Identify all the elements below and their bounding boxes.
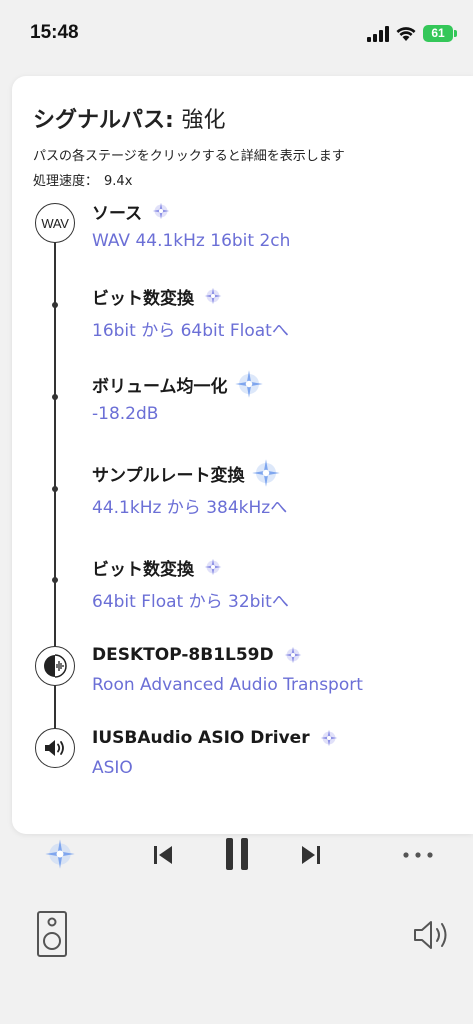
- stage-title-text: ソース: [92, 203, 143, 224]
- sparkle-icon: [204, 558, 222, 576]
- battery-indicator: 61: [423, 25, 453, 42]
- stage-detail: WAV 44.1kHz 16bit 2ch: [92, 231, 291, 251]
- skip-previous-icon[interactable]: [150, 842, 176, 868]
- path-dot: [52, 394, 58, 400]
- stage-volume-leveling[interactable]: ボリューム均一化 -18.2dB: [92, 370, 462, 424]
- stage-roon-endpoint[interactable]: DESKTOP-8B1L59D Roon Advanced Audio Tran…: [92, 643, 462, 695]
- stage-title-text: IUSBAudio ASIO Driver: [92, 728, 310, 748]
- status-icons: 61: [367, 24, 459, 44]
- status-time: 15:48: [30, 22, 79, 43]
- stage-title: ビット数変換: [92, 555, 462, 580]
- processing-speed-value: 9.4x: [104, 174, 133, 189]
- stage-title: DESKTOP-8B1L59D: [92, 643, 462, 667]
- panel-subtitle: パスの各ステージをクリックすると詳細を表示します: [33, 149, 345, 164]
- panel-title-label: シグナルパス:: [33, 108, 174, 133]
- stage-detail: Roon Advanced Audio Transport: [92, 675, 363, 695]
- sparkle-icon: [152, 202, 170, 220]
- wav-file-icon: WAV: [35, 203, 75, 243]
- wifi-icon: [396, 27, 416, 41]
- volume-icon[interactable]: [412, 918, 454, 952]
- stage-title-text: DESKTOP-8B1L59D: [92, 645, 274, 665]
- skip-next-icon[interactable]: [298, 842, 324, 868]
- stage-bit-depth-conversion-2[interactable]: ビット数変換 64bit Float から 32bitへ: [92, 555, 462, 612]
- status-bar: 15:48 61: [0, 0, 473, 70]
- stage-title: サンプルレート変換: [92, 459, 462, 487]
- roon-device-icon: [35, 646, 75, 686]
- speaker-icon[interactable]: [36, 910, 68, 958]
- stage-output-driver[interactable]: IUSBAudio ASIO Driver ASIO: [92, 726, 462, 778]
- sparkle-icon: [204, 287, 222, 305]
- stage-title-text: サンプルレート変換: [92, 465, 245, 486]
- path-dot: [52, 302, 58, 308]
- stage-title: ビット数変換: [92, 284, 462, 309]
- battery-tip: [454, 30, 457, 37]
- sparkle-icon: [284, 646, 301, 664]
- stage-title: IUSBAudio ASIO Driver: [92, 726, 462, 750]
- output-speaker-icon: [35, 728, 75, 768]
- stage-title-text: ビット数変換: [92, 559, 194, 580]
- processing-speed: 処理速度： 9.4x: [33, 170, 132, 189]
- sparkle-icon: [251, 459, 280, 487]
- pause-icon[interactable]: [222, 836, 252, 872]
- stage-source[interactable]: ソース WAV 44.1kHz 16bit 2ch: [92, 199, 462, 251]
- signal-path-sparkle-button[interactable]: [44, 838, 76, 870]
- panel-title: シグナルパス: 強化: [33, 102, 226, 134]
- sparkle-icon: [234, 370, 263, 398]
- cellular-signal-icon: [367, 26, 389, 42]
- stage-title-text: ビット数変換: [92, 288, 194, 309]
- stage-detail: 16bit から 64bit Floatへ: [92, 321, 289, 341]
- stage-title: ソース: [92, 199, 462, 224]
- wav-icon-label: WAV: [41, 215, 69, 231]
- signal-path-panel: シグナルパス: 強化 パスの各ステージをクリックすると詳細を表示します 処理速度…: [12, 76, 473, 834]
- stage-detail: -18.2dB: [92, 404, 159, 424]
- path-dot: [52, 577, 58, 583]
- stage-title: ボリューム均一化: [92, 370, 462, 398]
- speaker-volume-icon: [45, 740, 64, 756]
- stage-bit-depth-conversion-1[interactable]: ビット数変換 16bit から 64bit Floatへ: [92, 284, 462, 341]
- sparkle-icon: [320, 729, 337, 747]
- processing-speed-label: 処理速度：: [33, 174, 99, 189]
- path-dot: [52, 486, 58, 492]
- roon-logo-icon: [44, 654, 67, 678]
- stage-title-text: ボリューム均一化: [92, 376, 228, 397]
- signal-strength-label: 強化: [181, 108, 226, 133]
- stage-detail: 44.1kHz から 384kHzへ: [92, 498, 288, 518]
- stage-detail: ASIO: [92, 758, 133, 778]
- playback-controls: [0, 834, 473, 874]
- more-icon[interactable]: [402, 850, 434, 860]
- stage-sample-rate-conversion[interactable]: サンプルレート変換 44.1kHz から 384kHzへ: [92, 459, 462, 518]
- stage-detail: 64bit Float から 32bitへ: [92, 592, 289, 612]
